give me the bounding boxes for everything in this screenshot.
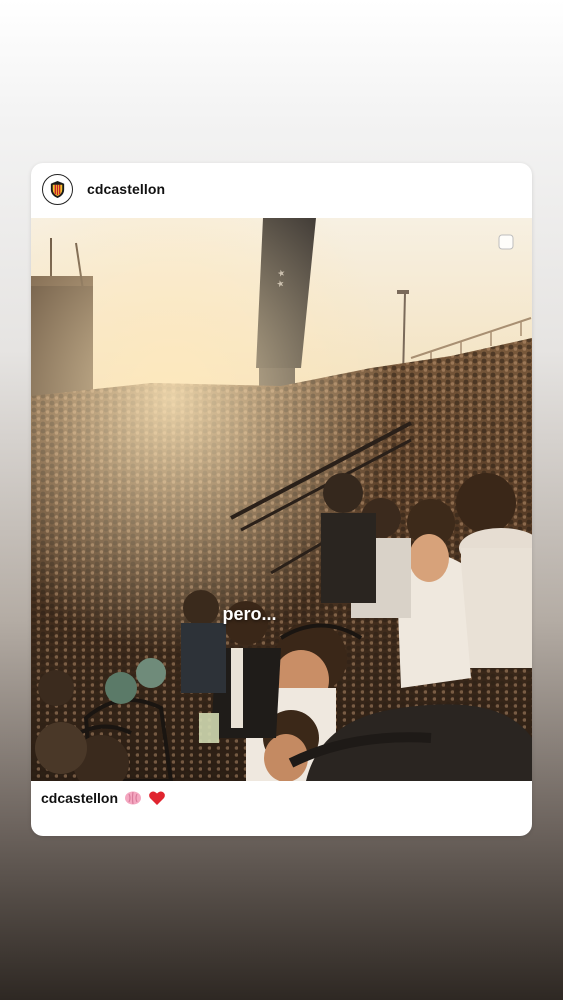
stadium-crowd-photo: ★ ★ — [31, 218, 532, 781]
brain-emoji — [125, 791, 142, 805]
club-crest-icon — [50, 180, 65, 199]
story-overlay-text: pero... — [222, 604, 277, 624]
post-caption: cdcastellon — [41, 790, 166, 806]
caption-username[interactable]: cdcastellon — [41, 790, 118, 806]
story-post-card[interactable]: cdcastellon pero... cdcastellon — [31, 163, 532, 836]
post-header: cdcastellon — [31, 163, 532, 218]
post-username[interactable]: cdcastellon — [87, 181, 165, 197]
post-image[interactable]: ★ ★ — [31, 218, 532, 781]
square-select-icon[interactable] — [497, 233, 515, 251]
avatar[interactable] — [42, 174, 73, 205]
red-heart-emoji — [149, 791, 165, 805]
